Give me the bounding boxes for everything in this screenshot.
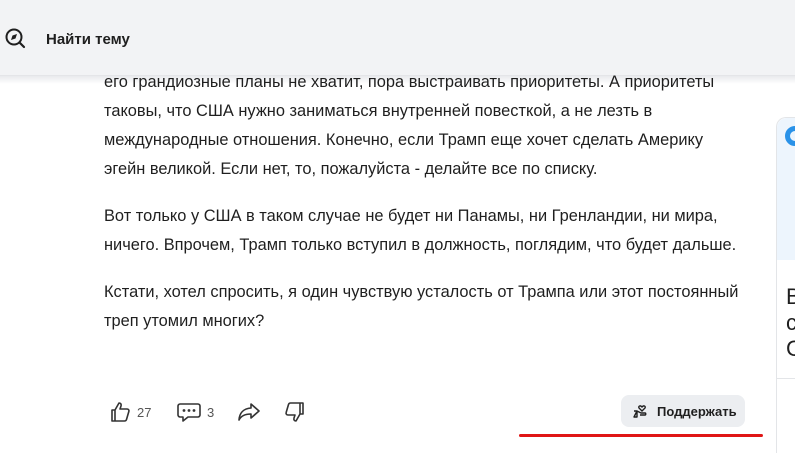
hand-heart-icon [633, 400, 651, 423]
share-button[interactable] [236, 397, 262, 427]
support-button[interactable]: Поддержать [621, 395, 745, 427]
side-banner [777, 118, 795, 260]
comment-count: 3 [207, 404, 215, 420]
compass-search-icon[interactable] [4, 27, 26, 49]
thumbs-up-icon [108, 400, 132, 424]
like-count: 27 [137, 404, 152, 420]
search-label[interactable]: Найти тему [46, 31, 130, 48]
side-text: с [786, 310, 795, 335]
share-arrow-icon [236, 400, 262, 424]
like-button[interactable]: 27 [108, 397, 151, 427]
side-divider [777, 378, 795, 379]
thumbs-down-icon [283, 400, 307, 424]
article-body: его грандиозные планы не хватит, пора вы… [104, 68, 744, 336]
highlight-underline [519, 434, 763, 437]
comment-icon [176, 400, 202, 424]
dislike-button[interactable] [283, 397, 307, 427]
support-label: Поддержать [657, 403, 737, 419]
side-text: В [786, 284, 795, 309]
comments-button[interactable]: 3 [176, 397, 214, 427]
article-paragraph: Кстати, хотел спросить, я один чувствую … [104, 283, 739, 330]
article-paragraph: его грандиозные планы не хватит, пора вы… [104, 73, 715, 178]
side-text: С [786, 336, 795, 361]
article-paragraph: Вот только у США в таком случае не будет… [104, 207, 737, 254]
search-bar[interactable]: Найти тему [0, 0, 795, 76]
brand-logo-icon [785, 126, 795, 146]
